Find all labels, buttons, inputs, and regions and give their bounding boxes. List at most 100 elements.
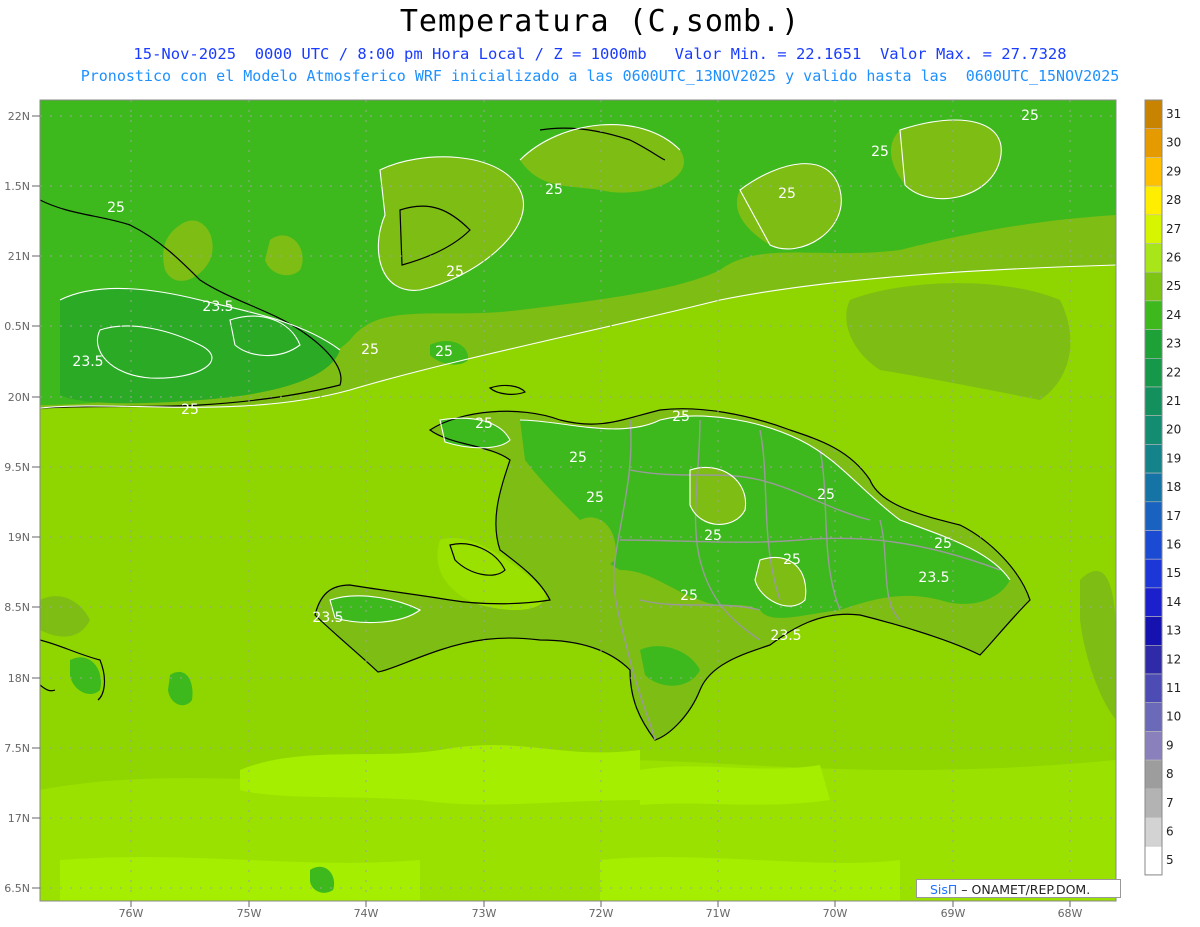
lat-label: 18N: [8, 672, 30, 685]
contour-label: 25: [672, 409, 690, 425]
color-scale-label: 7: [1166, 796, 1174, 810]
color-swatch: [1144, 243, 1163, 273]
contour-label: 25: [934, 536, 952, 552]
contour-label: 25: [446, 264, 464, 280]
color-swatch: [1144, 587, 1163, 617]
color-swatch: [1144, 99, 1163, 130]
contour-label: 25: [1021, 108, 1039, 124]
contour-label: 23.5: [312, 610, 343, 626]
color-scale-label: 31: [1166, 107, 1181, 121]
lat-label: 0.5N: [4, 320, 30, 333]
color-swatch: [1144, 386, 1163, 417]
contour-label: 25: [680, 588, 698, 604]
color-swatch: [1144, 616, 1163, 646]
color-scale-label: 26: [1166, 251, 1181, 265]
color-swatch: [1144, 673, 1163, 704]
color-scale-label: 12: [1166, 652, 1181, 666]
color-swatch: [1144, 759, 1163, 790]
credit-box: SisΠ – ONAMET/REP.DOM.: [916, 879, 1121, 898]
color-scale-label: 5: [1166, 853, 1174, 867]
lat-label: 17N: [8, 812, 30, 825]
color-swatch: [1144, 157, 1163, 187]
credit-text: – ONAMET/REP.DOM.: [957, 882, 1091, 897]
color-scale-label: 28: [1166, 193, 1181, 207]
lat-label: 21N: [8, 250, 30, 263]
temperature-map: 22N 1.5N 21N 0.5N 20N 9.5N 19N 8.5N 18N 7.5N 17N 6.…: [4, 99, 1181, 920]
contour-label: 25: [586, 490, 604, 506]
color-swatch: [1144, 329, 1163, 359]
lat-label: 20N: [8, 391, 30, 404]
color-scale-label: 14: [1166, 595, 1181, 609]
contour-label: 25: [704, 528, 722, 544]
contour-label: 25: [783, 552, 801, 568]
contour-label: 25: [871, 144, 889, 160]
color-swatch: [1144, 702, 1163, 732]
lat-label: 9.5N: [4, 461, 30, 474]
color-scale-label: 24: [1166, 308, 1181, 322]
contour-label: 25: [181, 402, 199, 418]
color-swatch: [1144, 128, 1163, 158]
color-scale-label: 20: [1166, 423, 1181, 437]
color-scale-label: 30: [1166, 136, 1181, 150]
color-swatch: [1144, 530, 1163, 560]
lon-label: 68W: [1058, 907, 1083, 920]
sispi-logo: SisΠ: [930, 882, 958, 897]
contour-label: 25: [435, 344, 453, 360]
contour-label: 23.5: [770, 628, 801, 644]
lat-label: 22N: [8, 110, 30, 123]
color-scale-label: 25: [1166, 279, 1181, 293]
color-swatch: [1144, 185, 1163, 216]
color-swatch: [1144, 558, 1163, 589]
lon-label: 74W: [354, 907, 379, 920]
color-scale-label: 10: [1166, 710, 1181, 724]
color-swatch: [1144, 214, 1163, 244]
color-swatch: [1144, 731, 1163, 761]
lon-label: 70W: [823, 907, 848, 920]
contour-label: 25: [475, 416, 493, 432]
color-swatch: [1144, 501, 1163, 531]
color-scale-label: 27: [1166, 222, 1181, 236]
color-scale-label: 11: [1166, 681, 1181, 695]
lon-label: 71W: [706, 907, 731, 920]
color-scale-bar: 31 30 29 28 27 26 25 24 23 22 21 20 19 18 17 16 15 14 13 12…: [1144, 99, 1181, 876]
color-swatch: [1144, 271, 1163, 302]
contour-label: 25: [569, 450, 587, 466]
color-scale-label: 8: [1166, 767, 1174, 781]
color-scale-label: 6: [1166, 825, 1174, 839]
lat-label: 8.5N: [4, 601, 30, 614]
contour-label: 23.5: [72, 354, 103, 370]
color-scale-label: 13: [1166, 624, 1181, 638]
color-swatch: [1144, 845, 1163, 876]
lat-label: 6.5N: [4, 882, 30, 895]
lon-label: 69W: [941, 907, 966, 920]
contour-label: 25: [817, 487, 835, 503]
lon-label: 76W: [119, 907, 144, 920]
color-scale-label: 19: [1166, 451, 1181, 465]
color-swatch: [1144, 472, 1163, 503]
contour-label: 25: [545, 182, 563, 198]
contour-label: 23.5: [918, 570, 949, 586]
color-scale-label: 18: [1166, 480, 1181, 494]
color-swatch: [1144, 415, 1163, 445]
color-scale-label: 17: [1166, 509, 1181, 523]
color-swatch: [1144, 788, 1163, 818]
color-swatch: [1144, 644, 1163, 675]
contour-label: 25: [361, 342, 379, 358]
lat-label: 7.5N: [4, 742, 30, 755]
contour-label: 23.5: [202, 299, 233, 315]
lat-label: 19N: [8, 531, 30, 544]
color-swatch: [1144, 300, 1163, 330]
color-scale-label: 15: [1166, 566, 1181, 580]
color-scale-label: 29: [1166, 164, 1181, 178]
contour-label: 25: [778, 186, 796, 202]
contour-label: 25: [107, 200, 125, 216]
color-scale-label: 16: [1166, 538, 1181, 552]
color-swatch: [1144, 357, 1163, 388]
color-scale-label: 21: [1166, 394, 1181, 408]
color-scale-label: 23: [1166, 337, 1181, 351]
color-swatch: [1144, 444, 1163, 474]
lon-label: 75W: [237, 907, 262, 920]
color-scale-label: 22: [1166, 365, 1181, 379]
lon-label: 72W: [589, 907, 614, 920]
lat-label: 1.5N: [4, 180, 30, 193]
